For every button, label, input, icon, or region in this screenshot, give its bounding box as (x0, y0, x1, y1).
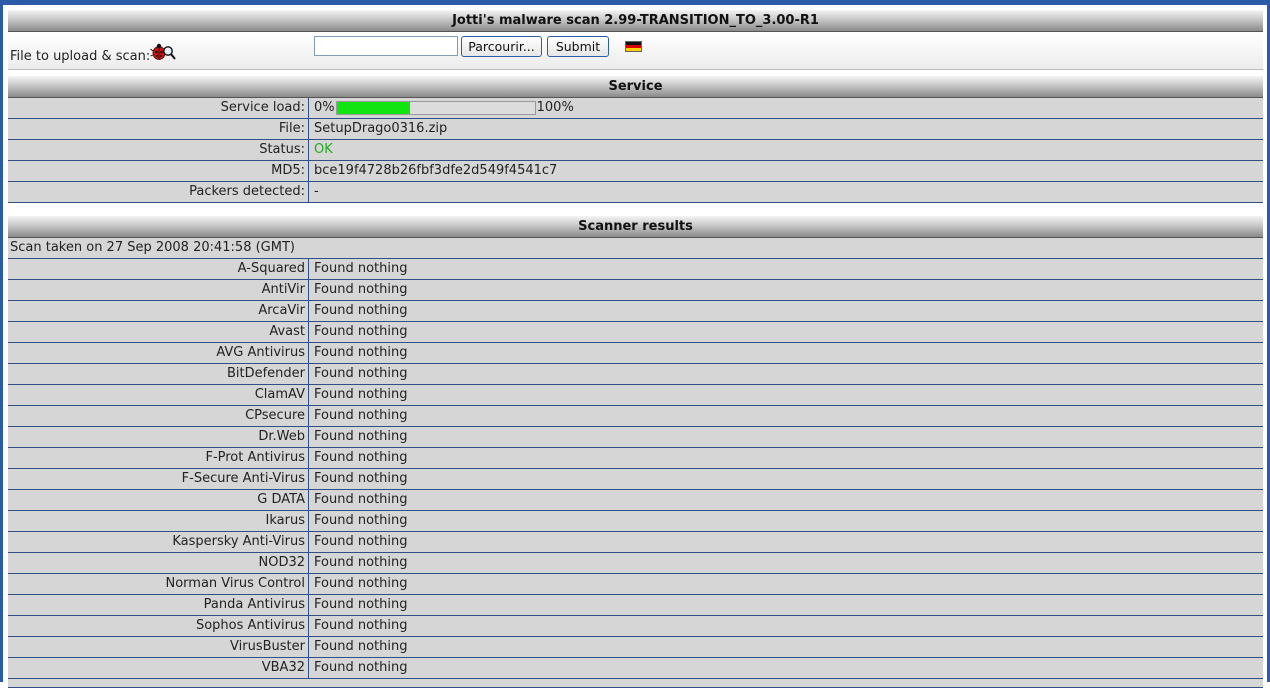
packers-label: Packers detected: (8, 182, 309, 202)
load-max-label: 100% (536, 100, 574, 115)
scanner-result: Found nothing (314, 450, 408, 465)
scanner-name: VirusBuster (8, 637, 309, 657)
scanner-result: Found nothing (314, 513, 408, 528)
scanner-result: Found nothing (314, 324, 408, 339)
page-title: Jotti's malware scan 2.99-TRANSITION_TO_… (8, 10, 1263, 32)
scanner-name: AntiVir (8, 280, 309, 300)
scanner-result: Found nothing (314, 429, 408, 444)
scanner-name: A-Squared (8, 259, 309, 279)
scan-date: Scan taken on 27 Sep 2008 20:41:58 (GMT) (10, 240, 295, 255)
scanner-row: AntiVir Found nothing (8, 280, 1263, 301)
md5-row: MD5: bce19f4728b26fbf3dfe2d549f4541c7 (8, 161, 1263, 182)
scanner-row: Panda Antivirus Found nothing (8, 595, 1263, 616)
upload-label: File to upload & scan: (10, 49, 151, 64)
scanner-result: Found nothing (314, 597, 408, 612)
scanner-row: Dr.Web Found nothing (8, 427, 1263, 448)
scanner-name: Dr.Web (8, 427, 309, 447)
scanner-name: Ikarus (8, 511, 309, 531)
browse-button[interactable]: Parcourir... (461, 36, 542, 57)
scanner-row: Avast Found nothing (8, 322, 1263, 343)
scanner-row: F-Secure Anti-Virus Found nothing (8, 469, 1263, 490)
scanner-result: Found nothing (314, 534, 408, 549)
scanner-result: Found nothing (314, 576, 408, 591)
scanner-name: Norman Virus Control (8, 574, 309, 594)
status-label: Status: (8, 140, 309, 160)
status-value: OK (314, 142, 333, 157)
scanner-row: CPsecure Found nothing (8, 406, 1263, 427)
packers-row: Packers detected: - (8, 182, 1263, 203)
scanner-list: A-Squared Found nothing AntiVir Found nothi… (8, 259, 1263, 679)
scanner-row: ClamAV Found nothing (8, 385, 1263, 406)
upload-form: File to upload & scan: Parcourir... Subm… (8, 32, 1263, 70)
scanner-result: Found nothing (314, 387, 408, 402)
submit-button[interactable]: Submit (547, 36, 609, 57)
scanner-name: BitDefender (8, 364, 309, 384)
scanner-name: VBA32 (8, 658, 309, 678)
scanner-name: Kaspersky Anti-Virus (8, 532, 309, 552)
service-load-row: Service load: 0% 100% (8, 98, 1263, 119)
file-value: SetupDrago0316.zip (314, 121, 448, 136)
service-load-label: Service load: (8, 98, 309, 118)
scanner-row: Ikarus Found nothing (8, 511, 1263, 532)
scanner-row: NOD32 Found nothing (8, 553, 1263, 574)
scanner-result: Found nothing (314, 471, 408, 486)
page-frame: Jotti's malware scan 2.99-TRANSITION_TO_… (0, 0, 1270, 688)
scanner-row: A-Squared Found nothing (8, 259, 1263, 280)
scanner-result: Found nothing (314, 618, 408, 633)
scanner-result: Found nothing (314, 345, 408, 360)
scanner-row: BitDefender Found nothing (8, 364, 1263, 385)
file-label: File: (8, 119, 309, 139)
file-path-input[interactable] (314, 36, 458, 56)
scanner-name: CPsecure (8, 406, 309, 426)
scanner-name: Avast (8, 322, 309, 342)
german-flag-icon[interactable] (625, 41, 642, 52)
scanner-row: AVG Antivirus Found nothing (8, 343, 1263, 364)
scanner-name: F-Prot Antivirus (8, 448, 309, 468)
scanner-name: AVG Antivirus (8, 343, 309, 363)
md5-value: bce19f4728b26fbf3dfe2d549f4541c7 (314, 163, 558, 178)
scanner-name: ArcaVir (8, 301, 309, 321)
load-min-label: 0% (314, 100, 335, 115)
scanner-result: Found nothing (314, 408, 408, 423)
service-load-bar (335, 101, 536, 115)
scanner-result: Found nothing (314, 639, 408, 654)
scanner-name: ClamAV (8, 385, 309, 405)
scanner-row: VBA32 Found nothing (8, 658, 1263, 679)
scanner-result: Found nothing (314, 366, 408, 381)
packers-value: - (314, 184, 319, 199)
scanner-results-title: Scanner results (8, 216, 1263, 238)
scan-date-row: Scan taken on 27 Sep 2008 20:41:58 (GMT) (8, 238, 1263, 259)
scanner-name: NOD32 (8, 553, 309, 573)
scanner-row: Kaspersky Anti-Virus Found nothing (8, 532, 1263, 553)
file-row: File: SetupDrago0316.zip (8, 119, 1263, 140)
scanner-result: Found nothing (314, 282, 408, 297)
service-section-title: Service (8, 76, 1263, 98)
scanner-row: G DATA Found nothing (8, 490, 1263, 511)
scanner-row: F-Prot Antivirus Found nothing (8, 448, 1263, 469)
scanner-result: Found nothing (314, 261, 408, 276)
scanner-row: VirusBuster Found nothing (8, 637, 1263, 658)
scanner-result: Found nothing (314, 492, 408, 507)
ladybug-magnifier-icon (150, 43, 176, 60)
status-row: Status: OK (8, 140, 1263, 161)
scanner-name: G DATA (8, 490, 309, 510)
service-load-bar-fill (336, 102, 410, 114)
scanner-name: Sophos Antivirus (8, 616, 309, 636)
md5-label: MD5: (8, 161, 309, 181)
scanner-name: F-Secure Anti-Virus (8, 469, 309, 489)
scanner-row: Sophos Antivirus Found nothing (8, 616, 1263, 637)
scanner-result: Found nothing (314, 660, 408, 675)
scanner-result: Found nothing (314, 303, 408, 318)
scanner-name: Panda Antivirus (8, 595, 309, 615)
scan-panel: Jotti's malware scan 2.99-TRANSITION_TO_… (8, 10, 1263, 688)
scanner-row: ArcaVir Found nothing (8, 301, 1263, 322)
scanner-result: Found nothing (314, 555, 408, 570)
scanner-row: Norman Virus Control Found nothing (8, 574, 1263, 595)
